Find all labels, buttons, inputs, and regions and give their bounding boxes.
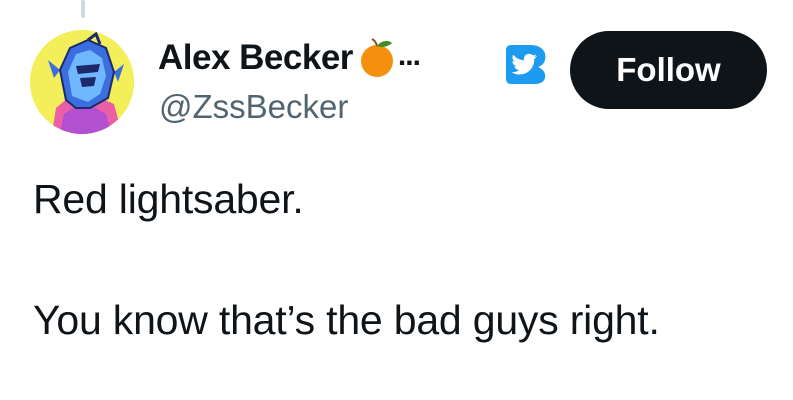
- thread-connector-line: [81, 0, 85, 18]
- armored-robot-avatar-icon: [30, 30, 134, 134]
- name-truncation-ellipsis: ...: [397, 39, 421, 72]
- author-name-row[interactable]: Alex Becker ...: [158, 36, 421, 80]
- tweet-text-line-2: You know that’s the bad guys right.: [33, 297, 660, 343]
- bird-badge-icon: [504, 44, 548, 84]
- follow-button[interactable]: Follow: [570, 31, 767, 109]
- avatar[interactable]: [30, 30, 134, 134]
- author-handle[interactable]: @ZssBecker: [159, 88, 348, 126]
- author-display-name[interactable]: Alex Becker: [158, 38, 353, 78]
- tweet-text-line-1: Red lightsaber.: [33, 176, 304, 222]
- tangerine-emoji-icon: [359, 38, 395, 78]
